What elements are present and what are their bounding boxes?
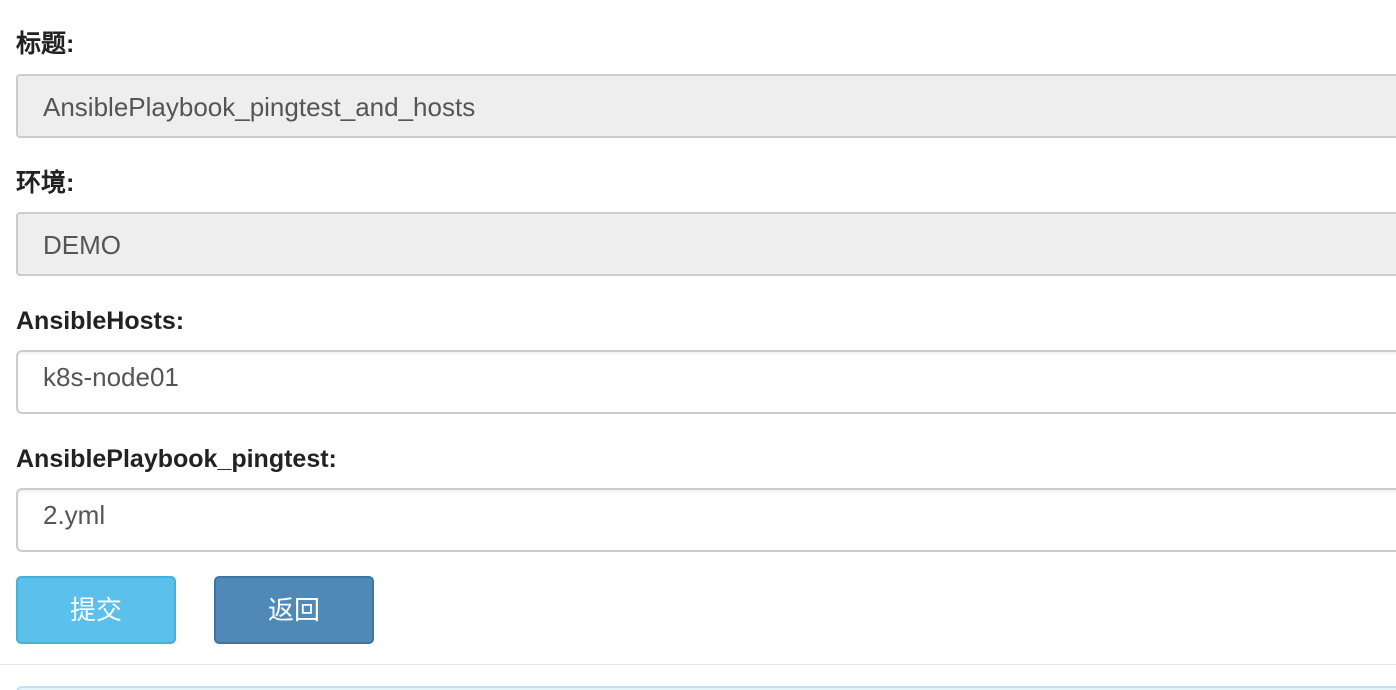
submit-button[interactable]: 提交 bbox=[16, 576, 176, 644]
back-button[interactable]: 返回 bbox=[214, 576, 374, 644]
environment-label: 环境: bbox=[16, 169, 75, 197]
title-field: AnsiblePlaybook_pingtest_and_hosts bbox=[16, 74, 1396, 138]
ansible-hosts-input[interactable]: k8s-node01 bbox=[16, 350, 1396, 414]
ansible-playbook-input[interactable]: 2.yml bbox=[16, 488, 1396, 552]
environment-field: DEMO bbox=[16, 212, 1396, 276]
ansible-hosts-label: AnsibleHosts: bbox=[16, 307, 185, 335]
title-label: 标题: bbox=[16, 30, 75, 58]
ansible-playbook-label: AnsiblePlaybook_pingtest: bbox=[16, 445, 337, 473]
info-alert bbox=[16, 686, 1396, 690]
job-form: 标题: AnsiblePlaybook_pingtest_and_hosts 环… bbox=[0, 0, 1396, 690]
divider bbox=[0, 664, 1396, 665]
